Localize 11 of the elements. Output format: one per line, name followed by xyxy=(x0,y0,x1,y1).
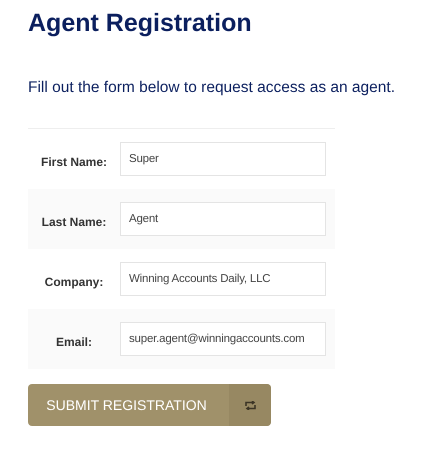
input-field[interactable]: Winning Accounts Daily, LLC xyxy=(120,262,326,296)
page-title: Agent Registration xyxy=(28,8,252,38)
field-label: Last Name: xyxy=(40,214,108,232)
field-label: First Name: xyxy=(40,154,108,172)
repeat-icon xyxy=(244,400,256,410)
input-field[interactable]: Agent xyxy=(120,202,326,236)
field-label: Email: xyxy=(54,334,93,352)
intro-text: Fill out the form below to request access as an agent. xyxy=(28,78,396,98)
field-label: Company: xyxy=(44,274,104,292)
input-field[interactable]: super.agent@winningaccounts.com xyxy=(120,322,326,356)
input-field[interactable]: Super xyxy=(120,142,326,176)
